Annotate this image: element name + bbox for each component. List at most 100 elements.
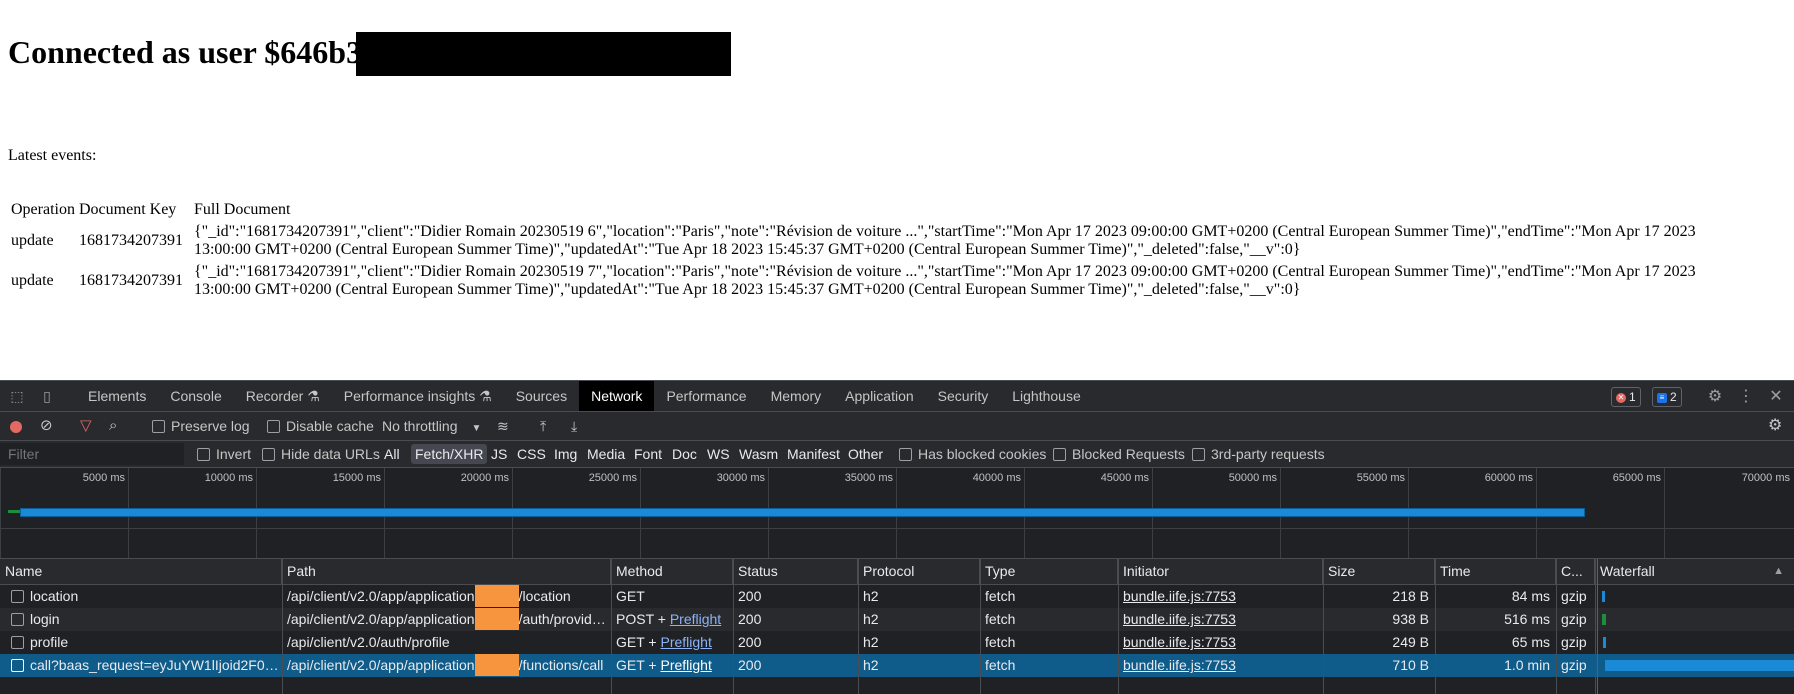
more-options-icon[interactable]: ⋮ (1737, 387, 1755, 405)
type-filter-all[interactable]: All (380, 444, 404, 464)
full-document-cell: {"_id":"1681734207391","client":"Didier … (193, 263, 1696, 298)
requests-header: Name Path Method Status Protocol Type In… (0, 559, 1794, 585)
request-content-encoding: gzip (1561, 588, 1587, 604)
overview-request-bar (20, 508, 1585, 517)
type-filter-media[interactable]: Media (583, 444, 629, 464)
type-filter-img[interactable]: Img (550, 444, 581, 464)
errors-badge[interactable]: ✕ 1 (1611, 387, 1641, 407)
table-row[interactable]: call?baas_request=eyJuYW1lIjoid2F0Y… /ap… (0, 654, 1794, 677)
type-filter-manifest[interactable]: Manifest (783, 444, 844, 464)
settings-gear-icon[interactable]: ⚙ (1706, 387, 1724, 405)
checkbox-icon (267, 419, 280, 433)
table-row[interactable]: profile /api/client/v2.0/auth/profile GE… (0, 631, 1794, 654)
column-method[interactable]: Method (611, 559, 733, 584)
request-type: fetch (985, 657, 1016, 673)
column-name[interactable]: Name (0, 559, 282, 584)
close-icon[interactable]: ✕ (1767, 387, 1785, 405)
devtools-panel: ⬚ ▯ Elements Console Recorder ⚗ Performa… (0, 380, 1794, 694)
checkbox-icon (262, 447, 275, 461)
header-document-key: Document Key (78, 201, 177, 218)
type-filter-css[interactable]: CSS (513, 444, 550, 464)
message-icon: ≡ (1657, 392, 1667, 403)
filter-icon[interactable]: ▽ (80, 412, 92, 440)
tab-sources[interactable]: Sources (504, 381, 579, 411)
initiator-link[interactable]: bundle.iife.js:7753 (1123, 611, 1236, 627)
request-name: location (6, 585, 282, 608)
invert-label: Invert (216, 446, 252, 462)
filter-input[interactable] (0, 443, 184, 465)
tab-security[interactable]: Security (926, 381, 1001, 411)
table-row: update 1681734207391 {"_id":"16817342073… (10, 262, 1755, 300)
preflight-link[interactable]: Preflight (670, 611, 721, 627)
preflight-link[interactable]: Preflight (660, 657, 711, 673)
messages-badge[interactable]: ≡ 2 (1652, 387, 1682, 407)
tab-memory[interactable]: Memory (759, 381, 834, 411)
request-type: fetch (985, 634, 1016, 650)
request-content-encoding: gzip (1561, 611, 1587, 627)
tab-application[interactable]: Application (833, 381, 926, 411)
devtools-tabbar: ⬚ ▯ Elements Console Recorder ⚗ Performa… (0, 381, 1794, 412)
hide-data-urls-checkbox[interactable]: Hide data URLs (262, 441, 380, 467)
column-waterfall[interactable]: Waterfall ▲ (1595, 559, 1794, 584)
initiator-link[interactable]: bundle.iife.js:7753 (1123, 634, 1236, 650)
page-title: Connected as user $646b3 (8, 34, 363, 70)
tab-console[interactable]: Console (158, 381, 233, 411)
checkbox-icon (197, 447, 210, 461)
redaction-block (474, 654, 519, 676)
network-settings-gear-icon[interactable]: ⚙ (1768, 412, 1782, 440)
type-filter-js[interactable]: JS (487, 444, 511, 464)
column-status[interactable]: Status (733, 559, 858, 584)
tab-lighthouse[interactable]: Lighthouse (1000, 381, 1093, 411)
column-size[interactable]: Size (1323, 559, 1435, 584)
table-row[interactable]: location /api/client/v2.0/app/applicatio… (0, 585, 1794, 608)
request-protocol: h2 (863, 634, 879, 650)
tab-elements[interactable]: Elements (76, 381, 158, 411)
request-path: /api/client/v2.0/app/application/functio… (282, 654, 611, 677)
import-har-icon[interactable]: ⤒ (540, 412, 546, 440)
request-status: 200 (738, 588, 762, 604)
clear-icon[interactable]: ⊘ (40, 412, 53, 440)
timeline-divider (0, 528, 1794, 529)
has-blocked-cookies-label: Has blocked cookies (918, 446, 1047, 462)
blocked-requests-checkbox[interactable]: Blocked Requests (1053, 441, 1185, 467)
network-overview[interactable]: 5000 ms 10000 ms 15000 ms 20000 ms 25000… (0, 468, 1794, 559)
column-type[interactable]: Type (980, 559, 1118, 584)
type-filter-doc[interactable]: Doc (668, 444, 701, 464)
initiator-link[interactable]: bundle.iife.js:7753 (1123, 588, 1236, 604)
redaction-block (474, 585, 519, 607)
tab-network[interactable]: Network (579, 381, 655, 411)
column-protocol[interactable]: Protocol (858, 559, 980, 584)
record-icon[interactable] (10, 412, 22, 440)
request-path: /api/client/v2.0/app/application/auth/pr… (282, 608, 611, 631)
column-path[interactable]: Path (282, 559, 611, 584)
table-row[interactable]: login /api/client/v2.0/app/application/a… (0, 608, 1794, 631)
column-time[interactable]: Time (1435, 559, 1556, 584)
inspect-element-icon[interactable]: ⬚ (8, 387, 26, 405)
disable-cache-checkbox[interactable]: Disable cache (267, 412, 374, 440)
waterfall-bar (1603, 637, 1606, 648)
invert-checkbox[interactable]: Invert (197, 441, 251, 467)
preserve-log-checkbox[interactable]: Preserve log (152, 412, 250, 440)
type-filter-ws[interactable]: WS (703, 444, 734, 464)
search-icon[interactable]: ⌕ (109, 412, 117, 440)
type-filter-fetch-xhr[interactable]: Fetch/XHR (411, 444, 488, 464)
tab-recorder[interactable]: Recorder ⚗ (234, 381, 332, 411)
preflight-link[interactable]: Preflight (660, 634, 711, 650)
type-filter-font[interactable]: Font (630, 444, 666, 464)
waterfall-bar (1602, 614, 1606, 625)
type-filter-wasm[interactable]: Wasm (735, 444, 782, 464)
throttling-select[interactable]: No throttling ▼ (382, 412, 481, 440)
has-blocked-cookies-checkbox[interactable]: Has blocked cookies (899, 441, 1046, 467)
type-filter-other[interactable]: Other (844, 444, 887, 464)
export-har-icon[interactable]: ⤓ (571, 412, 577, 440)
tab-performance-insights[interactable]: Performance insights ⚗ (332, 381, 504, 411)
third-party-requests-checkbox[interactable]: 3rd-party requests (1192, 441, 1325, 467)
initiator-link[interactable]: bundle.iife.js:7753 (1123, 657, 1236, 673)
request-icon (11, 635, 24, 649)
column-initiator[interactable]: Initiator (1118, 559, 1323, 584)
device-toolbar-icon[interactable]: ▯ (38, 387, 56, 405)
tab-performance[interactable]: Performance (654, 381, 758, 411)
network-conditions-icon[interactable]: ≋ (497, 412, 509, 440)
request-protocol: h2 (863, 588, 879, 604)
column-content-encoding[interactable]: C... (1556, 559, 1595, 584)
